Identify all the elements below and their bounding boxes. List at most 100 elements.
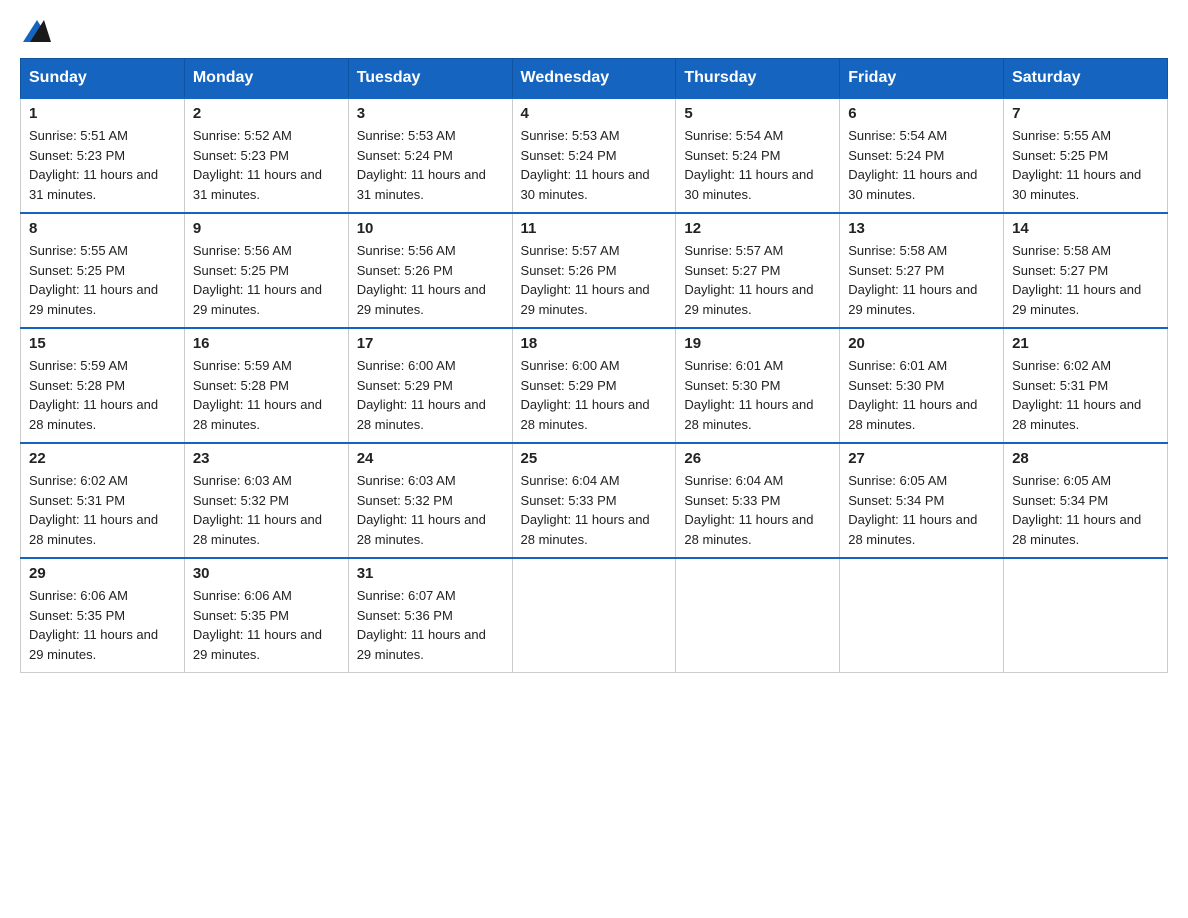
calendar-cell: 1 Sunrise: 5:51 AMSunset: 5:23 PMDaylight…	[21, 98, 185, 213]
day-number: 22	[29, 450, 176, 467]
calendar-week-row: 1 Sunrise: 5:51 AMSunset: 5:23 PMDaylight…	[21, 98, 1168, 213]
calendar-table: SundayMondayTuesdayWednesdayThursdayFrid…	[20, 58, 1168, 673]
day-number: 7	[1012, 105, 1159, 122]
day-number: 31	[357, 565, 504, 582]
column-header-monday: Monday	[184, 59, 348, 99]
day-number: 2	[193, 105, 340, 122]
day-number: 24	[357, 450, 504, 467]
day-info: Sunrise: 5:53 AMSunset: 5:24 PMDaylight:…	[357, 126, 504, 204]
day-number: 28	[1012, 450, 1159, 467]
calendar-cell: 4Sunrise: 5:53 AMSunset: 5:24 PMDaylight…	[512, 98, 676, 213]
day-number: 25	[521, 450, 668, 467]
day-number: 6	[848, 105, 995, 122]
calendar-cell: 29 Sunrise: 6:06 AMSunset: 5:35 PMDayligh…	[21, 558, 185, 673]
day-info: Sunrise: 5:57 AMSunset: 5:27 PMDaylight:…	[684, 241, 831, 319]
column-header-sunday: Sunday	[21, 59, 185, 99]
day-number: 8	[29, 220, 176, 237]
day-info: Sunrise: 5:52 AMSunset: 5:23 PMDaylight:…	[193, 126, 340, 204]
day-info: Sunrise: 6:03 AMSunset: 5:32 PMDaylight:…	[357, 471, 504, 549]
day-info: Sunrise: 5:56 AMSunset: 5:25 PMDaylight:…	[193, 241, 340, 319]
calendar-cell: 13 Sunrise: 5:58 AMSunset: 5:27 PMDayligh…	[840, 213, 1004, 328]
day-info: Sunrise: 6:00 AMSunset: 5:29 PMDaylight:…	[357, 356, 504, 434]
calendar-cell: 6Sunrise: 5:54 AMSunset: 5:24 PMDaylight…	[840, 98, 1004, 213]
day-number: 12	[684, 220, 831, 237]
logo	[20, 20, 51, 42]
calendar-cell	[512, 558, 676, 673]
day-number: 26	[684, 450, 831, 467]
day-info: Sunrise: 6:01 AMSunset: 5:30 PMDaylight:…	[848, 356, 995, 434]
day-info: Sunrise: 6:06 AMSunset: 5:35 PMDaylight:…	[29, 586, 176, 664]
day-number: 29	[29, 565, 176, 582]
calendar-cell: 21Sunrise: 6:02 AMSunset: 5:31 PMDayligh…	[1004, 328, 1168, 443]
page-header	[20, 20, 1168, 42]
day-number: 19	[684, 335, 831, 352]
calendar-week-row: 22Sunrise: 6:02 AMSunset: 5:31 PMDayligh…	[21, 443, 1168, 558]
day-info: Sunrise: 5:57 AMSunset: 5:26 PMDaylight:…	[521, 241, 668, 319]
calendar-cell: 22Sunrise: 6:02 AMSunset: 5:31 PMDayligh…	[21, 443, 185, 558]
day-info: Sunrise: 5:58 AMSunset: 5:27 PMDaylight:…	[848, 241, 995, 319]
calendar-header-row: SundayMondayTuesdayWednesdayThursdayFrid…	[21, 59, 1168, 99]
calendar-cell: 18 Sunrise: 6:00 AMSunset: 5:29 PMDayligh…	[512, 328, 676, 443]
day-number: 11	[521, 220, 668, 237]
day-number: 9	[193, 220, 340, 237]
column-header-wednesday: Wednesday	[512, 59, 676, 99]
day-number: 23	[193, 450, 340, 467]
calendar-week-row: 8Sunrise: 5:55 AMSunset: 5:25 PMDaylight…	[21, 213, 1168, 328]
day-number: 4	[521, 105, 668, 122]
calendar-cell: 19 Sunrise: 6:01 AMSunset: 5:30 PMDayligh…	[676, 328, 840, 443]
day-info: Sunrise: 6:04 AMSunset: 5:33 PMDaylight:…	[684, 471, 831, 549]
calendar-cell: 15Sunrise: 5:59 AMSunset: 5:28 PMDayligh…	[21, 328, 185, 443]
day-info: Sunrise: 6:05 AMSunset: 5:34 PMDaylight:…	[848, 471, 995, 549]
day-number: 20	[848, 335, 995, 352]
logo-icon	[23, 20, 51, 42]
calendar-cell: 28 Sunrise: 6:05 AMSunset: 5:34 PMDayligh…	[1004, 443, 1168, 558]
day-info: Sunrise: 5:56 AMSunset: 5:26 PMDaylight:…	[357, 241, 504, 319]
calendar-cell: 12 Sunrise: 5:57 AMSunset: 5:27 PMDayligh…	[676, 213, 840, 328]
calendar-cell: 20 Sunrise: 6:01 AMSunset: 5:30 PMDayligh…	[840, 328, 1004, 443]
day-number: 17	[357, 335, 504, 352]
day-info: Sunrise: 6:05 AMSunset: 5:34 PMDaylight:…	[1012, 471, 1159, 549]
day-number: 21	[1012, 335, 1159, 352]
calendar-cell: 11 Sunrise: 5:57 AMSunset: 5:26 PMDayligh…	[512, 213, 676, 328]
day-info: Sunrise: 6:01 AMSunset: 5:30 PMDaylight:…	[684, 356, 831, 434]
calendar-cell: 16Sunrise: 5:59 AMSunset: 5:28 PMDayligh…	[184, 328, 348, 443]
calendar-cell	[1004, 558, 1168, 673]
day-number: 27	[848, 450, 995, 467]
calendar-cell: 25Sunrise: 6:04 AMSunset: 5:33 PMDayligh…	[512, 443, 676, 558]
day-number: 13	[848, 220, 995, 237]
calendar-cell	[840, 558, 1004, 673]
day-info: Sunrise: 5:51 AMSunset: 5:23 PMDaylight:…	[29, 126, 176, 204]
day-number: 10	[357, 220, 504, 237]
column-header-tuesday: Tuesday	[348, 59, 512, 99]
day-info: Sunrise: 6:06 AMSunset: 5:35 PMDaylight:…	[193, 586, 340, 664]
column-header-saturday: Saturday	[1004, 59, 1168, 99]
calendar-cell: 17 Sunrise: 6:00 AMSunset: 5:29 PMDayligh…	[348, 328, 512, 443]
calendar-cell: 31 Sunrise: 6:07 AMSunset: 5:36 PMDayligh…	[348, 558, 512, 673]
column-header-friday: Friday	[840, 59, 1004, 99]
day-info: Sunrise: 5:58 AMSunset: 5:27 PMDaylight:…	[1012, 241, 1159, 319]
day-info: Sunrise: 5:59 AMSunset: 5:28 PMDaylight:…	[29, 356, 176, 434]
calendar-cell: 14Sunrise: 5:58 AMSunset: 5:27 PMDayligh…	[1004, 213, 1168, 328]
calendar-week-row: 15Sunrise: 5:59 AMSunset: 5:28 PMDayligh…	[21, 328, 1168, 443]
calendar-cell: 30 Sunrise: 6:06 AMSunset: 5:35 PMDayligh…	[184, 558, 348, 673]
calendar-cell: 7 Sunrise: 5:55 AMSunset: 5:25 PMDaylight…	[1004, 98, 1168, 213]
calendar-week-row: 29 Sunrise: 6:06 AMSunset: 5:35 PMDayligh…	[21, 558, 1168, 673]
day-number: 5	[684, 105, 831, 122]
day-number: 18	[521, 335, 668, 352]
day-info: Sunrise: 5:54 AMSunset: 5:24 PMDaylight:…	[684, 126, 831, 204]
calendar-cell: 27 Sunrise: 6:05 AMSunset: 5:34 PMDayligh…	[840, 443, 1004, 558]
calendar-cell: 10 Sunrise: 5:56 AMSunset: 5:26 PMDayligh…	[348, 213, 512, 328]
day-info: Sunrise: 6:00 AMSunset: 5:29 PMDaylight:…	[521, 356, 668, 434]
day-info: Sunrise: 6:07 AMSunset: 5:36 PMDaylight:…	[357, 586, 504, 664]
day-info: Sunrise: 5:55 AMSunset: 5:25 PMDaylight:…	[1012, 126, 1159, 204]
day-number: 16	[193, 335, 340, 352]
day-number: 3	[357, 105, 504, 122]
calendar-cell: 9 Sunrise: 5:56 AMSunset: 5:25 PMDaylight…	[184, 213, 348, 328]
calendar-cell: 26 Sunrise: 6:04 AMSunset: 5:33 PMDayligh…	[676, 443, 840, 558]
day-number: 1	[29, 105, 176, 122]
calendar-cell: 5 Sunrise: 5:54 AMSunset: 5:24 PMDaylight…	[676, 98, 840, 213]
calendar-cell: 23 Sunrise: 6:03 AMSunset: 5:32 PMDayligh…	[184, 443, 348, 558]
day-info: Sunrise: 6:03 AMSunset: 5:32 PMDaylight:…	[193, 471, 340, 549]
day-number: 30	[193, 565, 340, 582]
calendar-cell: 24 Sunrise: 6:03 AMSunset: 5:32 PMDayligh…	[348, 443, 512, 558]
